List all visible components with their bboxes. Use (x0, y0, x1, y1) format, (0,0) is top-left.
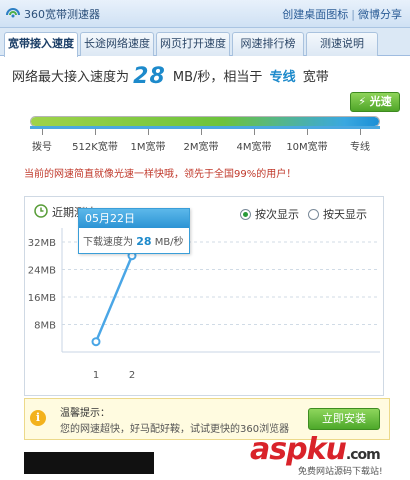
watermark-tagline: 免费网站源码下载站! (298, 467, 383, 477)
watermark-logo: aspku.com (250, 432, 381, 467)
y-tick-label: 8MB (34, 321, 56, 332)
data-point (91, 337, 101, 347)
y-tick-label: 24MB (28, 266, 56, 277)
watermark-brand: aspku (250, 432, 347, 467)
tooltip-date: 05月22日 (79, 209, 189, 228)
y-tick-label: 32MB (28, 238, 56, 249)
x-tick-label: 1 (93, 370, 99, 381)
series-line (94, 255, 134, 343)
x-tick-label: 2 (129, 370, 135, 381)
tooltip-body: 下载速度为 28 MB/秒 (79, 228, 189, 248)
info-icon: i (30, 410, 46, 426)
chart-tooltip: 05月22日 下载速度为 28 MB/秒 (78, 208, 190, 254)
tooltip-prefix: 下载速度为 (83, 237, 133, 248)
tooltip-value: 28 (136, 235, 152, 248)
watermark-tld: .com (345, 447, 381, 463)
tip-title: 温馨提示： (60, 408, 110, 419)
install-browser-button[interactable]: 立即安装 (308, 408, 380, 430)
tooltip-unit: MB/秒 (154, 237, 184, 248)
redacted-bar (24, 452, 154, 474)
y-tick-label: 16MB (28, 293, 56, 304)
